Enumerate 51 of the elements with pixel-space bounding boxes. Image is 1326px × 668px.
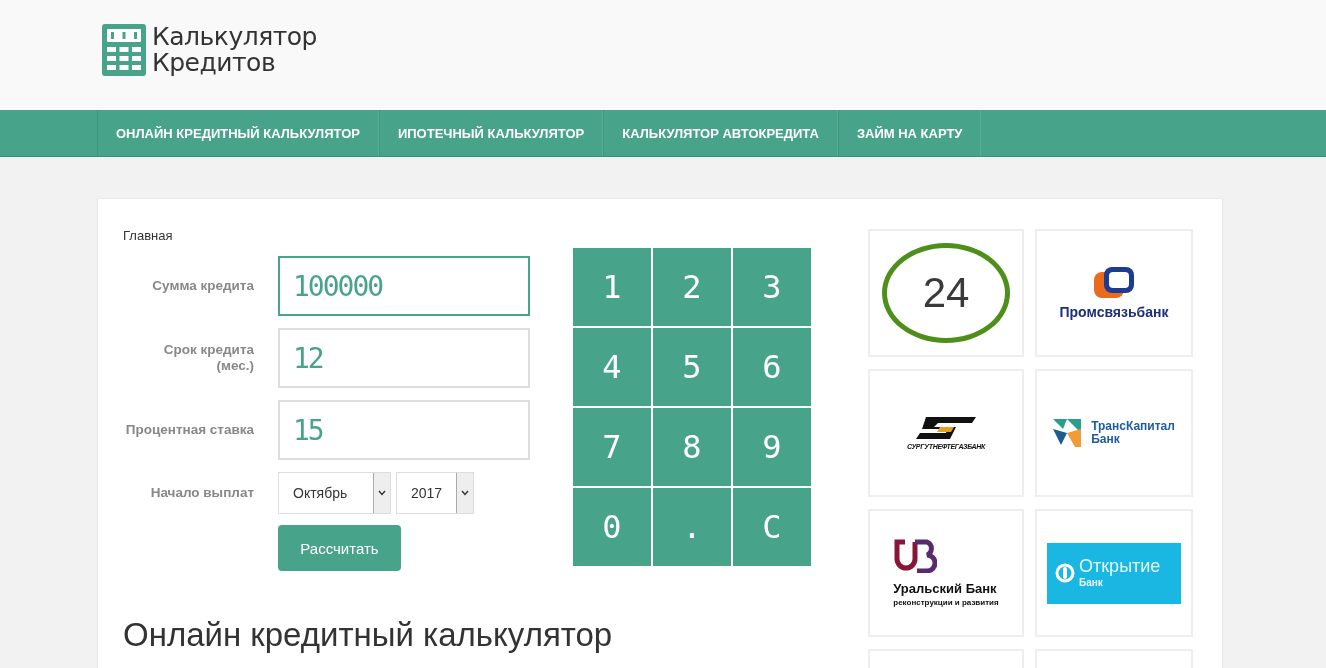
bank-logo-icon <box>893 539 938 573</box>
bank-name: Уральский Банк <box>893 581 997 596</box>
keypad-key[interactable]: 1 <box>573 248 651 326</box>
nav-link[interactable]: ОНЛАЙН КРЕДИТНЫЙ КАЛЬКУЛЯТОР <box>97 110 379 156</box>
breadcrumb-link[interactable]: Главная <box>123 229 530 256</box>
bank-card[interactable]: Уральский Банк реконструкции и развития <box>868 509 1024 637</box>
bank-slogan: реконструкции и развития <box>893 598 999 607</box>
site-subtitle: Кредитов <box>152 50 276 76</box>
keypad-key[interactable]: 0 <box>573 488 651 566</box>
chevron-icon <box>461 490 469 496</box>
keypad-key[interactable]: 3 <box>733 248 811 326</box>
bank-name: Открытие <box>1079 556 1161 576</box>
keypad-key[interactable]: 6 <box>733 328 811 406</box>
month-select[interactable]: Октябрь <box>278 472 391 514</box>
nav-link[interactable]: ЗАЙМ НА КАРТУ <box>837 110 982 156</box>
bank-logo-icon <box>1055 563 1075 583</box>
bank-card[interactable]: Открытие Банк <box>1035 509 1193 637</box>
bank-logo-icon <box>916 416 976 439</box>
bank-card[interactable]: Промсвязьбанк <box>1035 229 1193 357</box>
nav-link[interactable]: КАЛЬКУЛЯТОР АВТОКРЕДИТА <box>603 110 838 156</box>
input-field[interactable]: 15 <box>278 400 530 460</box>
bank-card[interactable]: 24 <box>868 229 1024 357</box>
input-field[interactable]: 12 <box>278 328 530 388</box>
calculate-button[interactable]: Рассчитать <box>278 525 401 571</box>
keypad-key[interactable]: 4 <box>573 328 651 406</box>
nav-link[interactable]: ИПОТЕЧНЫЙ КАЛЬКУЛЯТОР <box>378 110 604 156</box>
field-label: Сумма кредита <box>151 278 254 294</box>
field-label: Процентная ставка <box>124 422 254 438</box>
page-heading: Онлайн кредитный калькулятор <box>123 615 613 655</box>
bank-name: ТрансКапитал <box>1091 420 1175 433</box>
site-title: Калькулятор <box>152 24 317 50</box>
keypad-key[interactable]: . <box>653 488 731 566</box>
bank-logo-icon <box>1053 419 1082 447</box>
keypad-key[interactable]: 5 <box>653 328 731 406</box>
field-label: Начало выплат <box>149 485 254 501</box>
bank-card[interactable]: ТрансКапитал Банк <box>1035 369 1193 497</box>
keypad-key[interactable]: 7 <box>573 408 651 486</box>
chevron-icon <box>378 490 386 496</box>
keypad-key[interactable]: C <box>733 488 811 566</box>
ring-logo: 24 <box>882 243 1010 343</box>
field-label: Срок кредита (мес.) <box>162 342 254 374</box>
calculator-icon <box>102 24 146 76</box>
input-field[interactable]: 100000 <box>278 256 530 316</box>
year-select[interactable]: 2017 <box>396 472 474 514</box>
keypad-key[interactable]: 9 <box>733 408 811 486</box>
bank-name: Банк <box>1079 576 1104 590</box>
bank-logo-icon <box>1092 266 1136 300</box>
bank-name: Банк <box>1091 433 1120 446</box>
keypad-key[interactable]: 2 <box>653 248 731 326</box>
keypad-key[interactable]: 8 <box>653 408 731 486</box>
bank-name: Промсвязьбанк <box>1059 304 1169 320</box>
